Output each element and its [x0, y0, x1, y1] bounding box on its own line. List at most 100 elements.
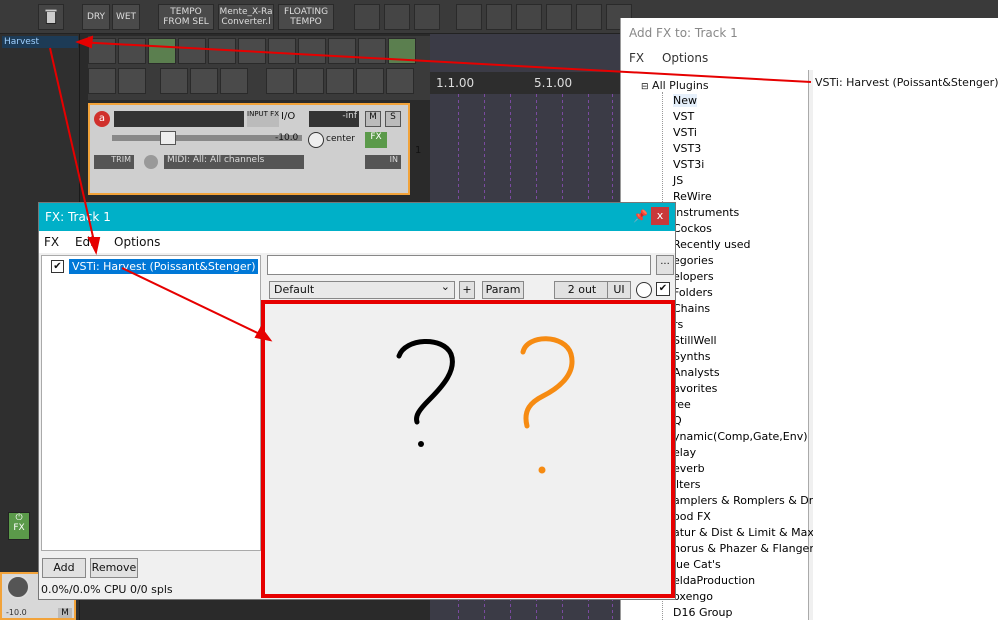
tree-item[interactable]: Analysts: [673, 366, 720, 379]
tree-item[interactable]: elay: [673, 446, 696, 459]
tree-item[interactable]: elopers: [673, 270, 714, 283]
bypass-checkbox[interactable]: ✔: [656, 282, 670, 296]
track-name-field[interactable]: [114, 111, 244, 127]
save-icon[interactable]: [208, 38, 236, 64]
color-bars-icon[interactable]: [354, 4, 380, 30]
fx-chain-item[interactable]: VSTi: Harvest (Poissant&Stenger): [69, 259, 259, 274]
move-left-icon[interactable]: [516, 4, 542, 30]
record-icon[interactable]: [266, 68, 294, 94]
fx-button[interactable]: FX: [365, 132, 387, 148]
volume-slider[interactable]: [112, 135, 302, 141]
menu-edit[interactable]: Edit: [75, 235, 98, 249]
wet-knob[interactable]: [636, 282, 652, 298]
pan-envelope-icon[interactable]: [190, 68, 218, 94]
floating-tempo-button[interactable]: FLOATING TEMPO: [278, 4, 334, 30]
color-gradient-icon[interactable]: [384, 4, 410, 30]
menu-options[interactable]: Options: [114, 235, 160, 249]
file-icon[interactable]: [88, 38, 116, 64]
wet-button[interactable]: WET: [112, 4, 140, 30]
trim-button[interactable]: TRIM: [94, 155, 134, 169]
tree-item[interactable]: ynamic(Comp,Gate,Env): [673, 430, 808, 443]
ripple-icon[interactable]: [328, 38, 356, 64]
dry-button[interactable]: DRY: [82, 4, 110, 30]
envelope-points-icon[interactable]: [298, 38, 326, 64]
menu-fx[interactable]: FX: [44, 235, 59, 249]
menu-options[interactable]: Options: [662, 51, 708, 65]
grid-lines-icon[interactable]: [358, 38, 386, 64]
io-routing-button[interactable]: 2 out: [554, 281, 610, 299]
io-button[interactable]: I/O: [281, 111, 301, 127]
dots-grid-icon[interactable]: [326, 68, 354, 94]
delete-envelope-icon[interactable]: [576, 4, 602, 30]
input-fx-button[interactable]: INPUT FX: [247, 111, 279, 127]
mixer-fx-button[interactable]: ⏻ FX: [8, 512, 30, 540]
midi-note-icon[interactable]: [220, 68, 248, 94]
tree-item[interactable]: Chains: [673, 302, 710, 315]
tree-item[interactable]: Folders: [673, 286, 713, 299]
tree-item[interactable]: everb: [673, 462, 705, 475]
tree-item[interactable]: Synths: [673, 350, 710, 363]
tree-root-all-plugins[interactable]: ⊟ All Plugins: [641, 79, 709, 92]
lock-icon[interactable]: [88, 68, 116, 94]
close-button[interactable]: x: [651, 207, 669, 225]
tree-item[interactable]: VSTi: [673, 126, 697, 139]
tree-item[interactable]: avorites: [673, 382, 717, 395]
tree-item[interactable]: ilters: [673, 478, 700, 491]
drum-icon[interactable]: [486, 4, 512, 30]
tree-item[interactable]: D16 Group: [673, 606, 732, 619]
fx-chain-list[interactable]: ✔ VSTi: Harvest (Poissant&Stenger): [41, 255, 261, 551]
master-mute[interactable]: M: [58, 608, 72, 618]
tree-item[interactable]: Cockos: [673, 222, 712, 235]
browse-button[interactable]: ...: [656, 255, 674, 275]
master-volume-knob[interactable]: [6, 575, 30, 599]
track-name-harvest[interactable]: Harvest: [2, 36, 78, 48]
pin-icon[interactable]: 📌: [633, 209, 648, 223]
tree-item[interactable]: VST: [673, 110, 694, 123]
volume-envelope-icon[interactable]: [160, 68, 188, 94]
tree-item[interactable]: Recently used: [673, 238, 751, 251]
add-button[interactable]: Add: [42, 558, 86, 578]
tree-item[interactable]: oxengo: [673, 590, 713, 603]
converter-button[interactable]: Mente_X-Ra Converter.l: [218, 4, 274, 30]
tree-item[interactable]: atur & Dist & Limit & Max: [673, 526, 814, 539]
tree-item[interactable]: eldaProduction: [673, 574, 755, 587]
tree-item[interactable]: amplers & Romplers & Drum: [673, 494, 831, 507]
route-icon[interactable]: [118, 38, 146, 64]
input-monitor-button[interactable]: IN: [365, 155, 401, 169]
tempo-from-sel-button[interactable]: TEMPO FROM SEL: [158, 4, 214, 30]
fx-enable-checkbox[interactable]: ✔: [51, 260, 64, 273]
drum-machine-icon[interactable]: [296, 68, 324, 94]
mute-button[interactable]: M: [365, 111, 381, 127]
tree-item[interactable]: ood FX: [673, 510, 711, 523]
plugin-list[interactable]: VSTi: Harvest (Poissant&Stenger): [813, 70, 998, 620]
tree-item[interactable]: ReWire: [673, 190, 712, 203]
tree-item[interactable]: StillWell: [673, 334, 717, 347]
plugin-list-item[interactable]: VSTi: Harvest (Poissant&Stenger): [815, 76, 998, 89]
metronome-icon[interactable]: [178, 38, 206, 64]
tuner-icon[interactable]: [386, 68, 414, 94]
grid-off-icon[interactable]: [238, 38, 266, 64]
pan-knob[interactable]: [308, 132, 324, 148]
snap-icon[interactable]: [148, 38, 176, 64]
midi-input-select[interactable]: MIDI: All: All channels: [164, 155, 304, 169]
phase-icon[interactable]: [144, 155, 158, 169]
remove-button[interactable]: Remove: [90, 558, 138, 578]
preset-name-field[interactable]: [267, 255, 651, 275]
volume-slider-thumb[interactable]: [160, 131, 176, 145]
tree-item[interactable]: Instruments: [673, 206, 739, 219]
loop-icon[interactable]: [388, 38, 416, 64]
tree-item[interactable]: egories: [673, 254, 714, 267]
tree-item[interactable]: horus & Phazer & Flanger: [673, 542, 814, 555]
tree-item[interactable]: JS: [673, 174, 683, 187]
record-arm-button[interactable]: a: [94, 111, 110, 127]
grid-icon[interactable]: [268, 38, 296, 64]
preset-menu-button[interactable]: +: [459, 281, 475, 299]
timeline-ruler[interactable]: 1.1.00 5.1.00: [430, 72, 620, 94]
menu-fx[interactable]: FX: [629, 51, 644, 65]
tree-item[interactable]: New: [673, 94, 697, 107]
scissors-icon[interactable]: [456, 4, 482, 30]
tree-item[interactable]: lue Cat's: [673, 558, 721, 571]
tree-collapse-icon[interactable]: ⊟: [641, 82, 649, 92]
play-icon[interactable]: [118, 68, 146, 94]
plugin-icon[interactable]: [356, 68, 384, 94]
